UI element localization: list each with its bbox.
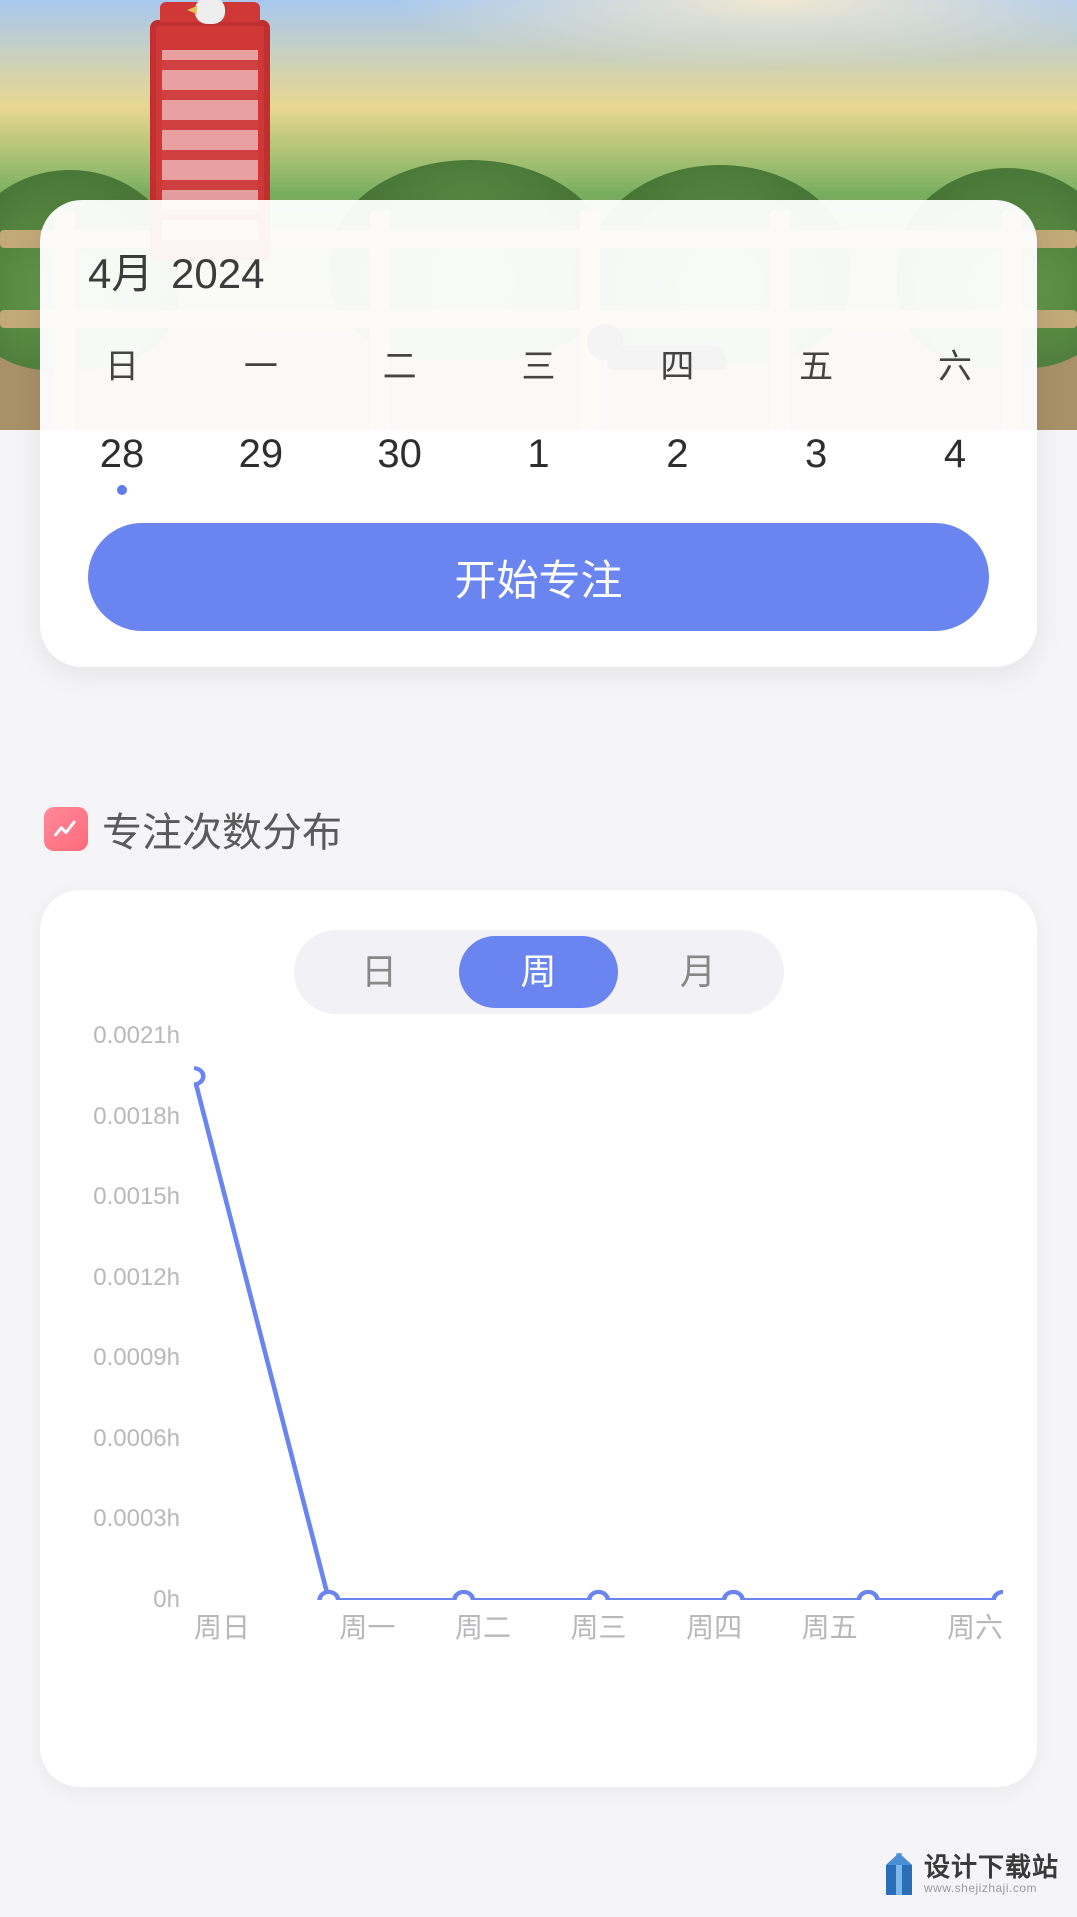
month-label: 4月 bbox=[88, 250, 153, 297]
x-tick-label: 周二 bbox=[425, 1606, 541, 1656]
chart-icon bbox=[44, 807, 88, 851]
year-label: 2024 bbox=[171, 250, 264, 297]
x-tick-label: 周六 bbox=[887, 1606, 1003, 1656]
day-cell[interactable]: 30 bbox=[358, 432, 442, 477]
x-tick-label: 周日 bbox=[194, 1606, 310, 1656]
y-tick-label: 0.0015h bbox=[93, 1183, 180, 1211]
day-number: 30 bbox=[377, 432, 422, 476]
x-tick-label: 周五 bbox=[772, 1606, 888, 1656]
chart-card: 日周月 0.0021h 0.0018h 0.0015h 0.0012h 0.0009h 0… bbox=[40, 890, 1037, 1787]
watermark-logo-icon bbox=[882, 1851, 916, 1897]
day-number: 4 bbox=[944, 432, 966, 476]
day-cell[interactable]: 1 bbox=[496, 432, 580, 477]
weekday: 三 bbox=[496, 339, 580, 388]
days-row: 28 29 30 1 2 3 4 bbox=[70, 432, 1007, 477]
day-number: 29 bbox=[239, 432, 284, 476]
day-number: 2 bbox=[666, 432, 688, 476]
section-title-text: 专注次数分布 bbox=[102, 800, 342, 858]
y-tick-label: 0.0021h bbox=[93, 1022, 180, 1050]
section-header: 专注次数分布 bbox=[44, 800, 342, 858]
y-tick-label: 0h bbox=[153, 1586, 180, 1614]
plot-area bbox=[194, 1036, 1003, 1600]
y-axis-labels: 0.0021h0.0018h0.0015h0.0012h0.0009h0.000… bbox=[64, 1036, 188, 1600]
day-cell[interactable]: 4 bbox=[913, 432, 997, 477]
y-tick-label: 0.0018h bbox=[93, 1103, 180, 1131]
y-tick-label: 0.0012h bbox=[93, 1264, 180, 1292]
calendar-month-year[interactable]: 4月 2024 bbox=[88, 240, 1007, 301]
weekday: 一 bbox=[219, 339, 303, 388]
weekday: 二 bbox=[358, 339, 442, 388]
y-tick-label: 0.0003h bbox=[93, 1505, 180, 1533]
calendar-card: 4月 2024 日 一 二 三 四 五 六 28 29 30 1 2 3 4 开始专注 bbox=[40, 200, 1037, 667]
x-tick-label: 周三 bbox=[541, 1606, 657, 1656]
weekday: 六 bbox=[913, 339, 997, 388]
day-number: 1 bbox=[527, 432, 549, 476]
weekday: 日 bbox=[80, 339, 164, 388]
period-segment: 日周月 bbox=[294, 930, 784, 1014]
weekday: 四 bbox=[635, 339, 719, 388]
segment-option[interactable]: 周 bbox=[459, 936, 618, 1008]
x-axis-labels: 周日周一周二周三周四周五周六 bbox=[194, 1606, 1003, 1656]
segment-option[interactable]: 日 bbox=[300, 936, 459, 1008]
line-chart: 0.0021h0.0018h0.0015h0.0012h0.0009h0.000… bbox=[64, 1036, 1013, 1656]
day-cell[interactable]: 28 bbox=[80, 432, 164, 477]
day-number: 28 bbox=[100, 432, 145, 476]
y-tick-label: 0.0009h bbox=[93, 1344, 180, 1372]
weekday-header: 日 一 二 三 四 五 六 bbox=[70, 339, 1007, 388]
bird bbox=[195, 0, 225, 24]
weekday: 五 bbox=[774, 339, 858, 388]
day-cell[interactable]: 2 bbox=[635, 432, 719, 477]
start-focus-button[interactable]: 开始专注 bbox=[88, 523, 989, 631]
day-number: 3 bbox=[805, 432, 827, 476]
watermark-url: www.shejizhaji.com bbox=[924, 1882, 1059, 1895]
segment-option[interactable]: 月 bbox=[618, 936, 777, 1008]
y-tick-label: 0.0006h bbox=[93, 1425, 180, 1453]
day-cell[interactable]: 3 bbox=[774, 432, 858, 477]
x-tick-label: 周一 bbox=[310, 1606, 426, 1656]
watermark-brand: 设计下载站 bbox=[924, 1853, 1059, 1882]
watermark: 设计下载站 www.shejizhaji.com bbox=[882, 1851, 1059, 1897]
x-tick-label: 周四 bbox=[656, 1606, 772, 1656]
day-cell[interactable]: 29 bbox=[219, 432, 303, 477]
